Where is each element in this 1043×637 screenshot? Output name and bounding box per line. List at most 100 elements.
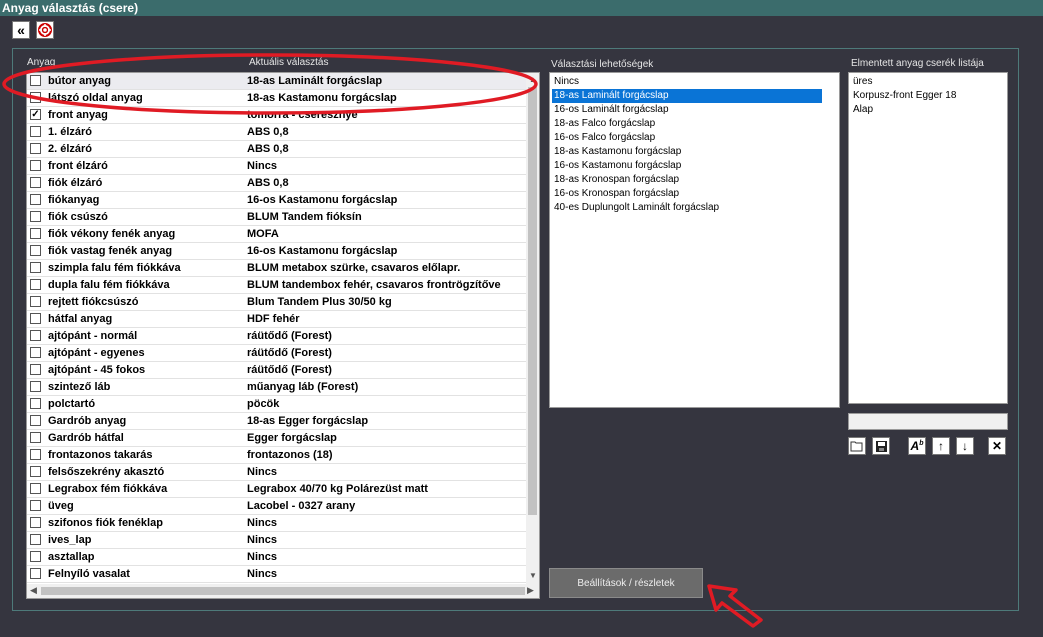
options-list[interactable]: Nincs 18-as Laminált forgácslap 16-os Lami… (549, 72, 840, 408)
material-grid[interactable]: bútor anyag 18-as Laminált forgácslap láts… (26, 72, 540, 599)
row-checkbox[interactable] (30, 211, 41, 222)
material-name: Legrabox fém fiókkáva (48, 483, 168, 495)
row-checkbox[interactable] (30, 296, 41, 307)
table-row[interactable]: ajtópánt - normál ráütődő (Forest) (27, 328, 537, 345)
list-item[interactable]: 18-as Kastamonu forgácslap (554, 145, 681, 159)
list-item[interactable]: 16-os Laminált forgácslap (554, 103, 669, 117)
table-row[interactable]: rejtett fiókcsúszó Blum Tandem Plus 30/50… (27, 294, 537, 311)
row-checkbox[interactable] (30, 432, 41, 443)
list-item[interactable]: üres (853, 75, 872, 89)
table-row[interactable]: front élzáró Nincs (27, 158, 537, 175)
material-name: 1. élzáró (48, 126, 93, 138)
help-button[interactable] (36, 21, 54, 39)
material-name: üveg (48, 500, 74, 512)
scroll-left-icon[interactable]: ◀ (30, 585, 37, 596)
scroll-down-icon[interactable]: ▼ (529, 571, 537, 580)
list-item[interactable]: 18-as Kronospan forgácslap (554, 173, 679, 187)
row-checkbox[interactable] (30, 449, 41, 460)
list-item[interactable]: 16-os Kastamonu forgácslap (554, 159, 681, 173)
current-choice: Nincs (247, 568, 277, 580)
save-button[interactable] (872, 437, 890, 455)
row-checkbox[interactable] (30, 330, 41, 341)
table-row[interactable]: dupla falu fém fiókkáva BLUM tandembox fe… (27, 277, 537, 294)
table-row[interactable]: fiók csúszó BLUM Tandem fióksín (27, 209, 537, 226)
table-row[interactable]: fiókanyag 16-os Kastamonu forgácslap (27, 192, 537, 209)
row-checkbox[interactable] (30, 313, 41, 324)
list-item[interactable]: Alap (853, 103, 873, 117)
row-checkbox[interactable] (30, 143, 41, 154)
table-row[interactable]: felsőszekrény akasztó Nincs (27, 464, 537, 481)
table-row[interactable]: szifonos fiók fenéklap Nincs (27, 515, 537, 532)
row-checkbox[interactable] (30, 381, 41, 392)
table-row[interactable]: szintező láb műanyag láb (Forest) (27, 379, 537, 396)
row-checkbox[interactable] (30, 568, 41, 579)
vertical-scrollbar[interactable]: ▲ ▼ (526, 73, 539, 584)
table-row[interactable]: ives_lap Nincs (27, 532, 537, 549)
hscrollbar-thumb[interactable] (41, 587, 525, 595)
scrollbar-thumb[interactable] (528, 87, 537, 515)
row-checkbox[interactable] (30, 177, 41, 188)
table-row[interactable]: 1. élzáró ABS 0,8 (27, 124, 537, 141)
list-item[interactable]: Korpusz-front Egger 18 (853, 89, 956, 103)
row-checkbox[interactable] (30, 228, 41, 239)
settings-button[interactable]: Beállítások / részletek (549, 568, 703, 598)
row-checkbox[interactable] (30, 466, 41, 477)
list-item[interactable]: 16-os Falco forgácslap (554, 131, 655, 145)
table-row[interactable]: 2. élzáró ABS 0,8 (27, 141, 537, 158)
material-name: polctartó (48, 398, 96, 410)
material-name: fiók élzáró (48, 177, 103, 189)
table-row[interactable]: polctartó pöcök (27, 396, 537, 413)
list-item[interactable]: 16-os Kronospan forgácslap (554, 187, 679, 201)
table-row[interactable]: asztallap Nincs (27, 549, 537, 566)
back-button[interactable]: « (12, 21, 30, 39)
table-row[interactable]: ajtópánt - 45 fokos ráütődő (Forest) (27, 362, 537, 379)
table-row[interactable]: hátfal anyag HDF fehér (27, 311, 537, 328)
saved-list[interactable]: üres Korpusz-front Egger 18 Alap (848, 72, 1008, 404)
row-checkbox[interactable] (30, 398, 41, 409)
row-checkbox[interactable] (30, 415, 41, 426)
saved-name-input[interactable] (848, 413, 1008, 430)
table-row[interactable]: fiók vékony fenék anyag MOFA (27, 226, 537, 243)
material-name: hátfal anyag (48, 313, 113, 325)
move-up-button[interactable]: ↑ (932, 437, 950, 455)
table-row[interactable]: fiók élzáró ABS 0,8 (27, 175, 537, 192)
table-row[interactable]: fiók vastag fenék anyag 16-os Kastamonu f… (27, 243, 537, 260)
row-checkbox[interactable] (30, 551, 41, 562)
table-row[interactable]: Felnyíló vasalat Nincs (27, 566, 537, 583)
table-row[interactable]: üveg Lacobel - 0327 arany (27, 498, 537, 515)
row-checkbox[interactable] (30, 194, 41, 205)
lifebuoy-icon (38, 23, 52, 37)
rename-button[interactable]: Ab (908, 437, 926, 455)
move-down-button[interactable]: ↓ (956, 437, 974, 455)
row-checkbox[interactable] (30, 517, 41, 528)
row-checkbox[interactable] (30, 245, 41, 256)
horizontal-scrollbar[interactable]: ◀ ▶ (27, 584, 539, 598)
row-checkbox[interactable] (30, 279, 41, 290)
rename-icon: Ab (910, 439, 924, 453)
list-item[interactable]: 40-es Duplungolt Laminált forgácslap (554, 201, 719, 215)
table-row[interactable]: szimpla falu fém fiókkáva BLUM metabox sz… (27, 260, 537, 277)
row-checkbox[interactable] (30, 364, 41, 375)
double-chevron-left-icon: « (17, 22, 25, 38)
table-row[interactable]: Gardrób anyag 18-as Egger forgácslap (27, 413, 537, 430)
table-row[interactable]: Legrabox fém fiókkáva Legrabox 40/70 kg P… (27, 481, 537, 498)
list-item[interactable]: 18-as Laminált forgácslap (552, 89, 822, 103)
row-checkbox[interactable] (30, 262, 41, 273)
row-checkbox[interactable] (30, 160, 41, 171)
row-checkbox[interactable] (30, 347, 41, 358)
material-name: 2. élzáró (48, 143, 93, 155)
table-row[interactable]: Gardrób hátfal Egger forgácslap (27, 430, 537, 447)
scroll-right-icon[interactable]: ▶ (527, 585, 534, 596)
open-button[interactable] (848, 437, 866, 455)
row-checkbox[interactable] (30, 500, 41, 511)
row-checkbox[interactable] (30, 483, 41, 494)
table-row[interactable]: frontazonos takarás frontazonos (18) (27, 447, 537, 464)
row-checkbox[interactable] (30, 534, 41, 545)
table-row[interactable]: ajtópánt - egyenes ráütődő (Forest) (27, 345, 537, 362)
current-choice: Nincs (247, 534, 277, 546)
list-item[interactable]: Nincs (554, 75, 579, 89)
list-item[interactable]: 18-as Falco forgácslap (554, 117, 655, 131)
material-name: dupla falu fém fiókkáva (48, 279, 170, 291)
row-checkbox[interactable] (30, 126, 41, 137)
delete-button[interactable]: ✕ (988, 437, 1006, 455)
